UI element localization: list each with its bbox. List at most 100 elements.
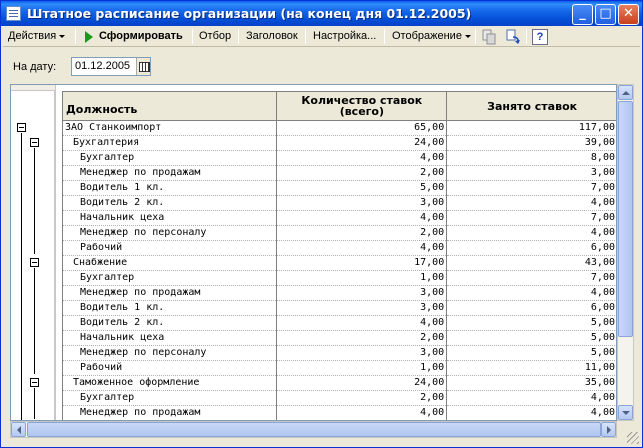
cell-total: 1,00 [276,360,448,376]
table-row[interactable]: Водитель 1 кл. 5,00 7,00 [61,180,616,196]
table-row[interactable]: Менеджер по персоналу 2,00 4,00 [61,225,616,241]
cell-occupied: 35,00 [446,375,616,391]
table-row[interactable]: Начальник цеха 2,00 5,00 [61,330,616,346]
actions-menu[interactable]: Действия [5,28,68,45]
collapse-icon[interactable] [30,258,39,267]
collapse-icon[interactable] [17,123,26,132]
resize-grip-icon[interactable] [627,432,639,444]
refresh-icon[interactable] [505,29,521,45]
cell-total: 65,00 [276,120,448,136]
window-title: Штатное расписание организации (на конец… [27,6,472,21]
cell-total: 4,00 [276,315,448,331]
calendar-icon[interactable] [136,58,150,75]
table-row[interactable]: Менеджер по продажам 4,00 4,00 [61,405,616,420]
cell-occupied: 5,00 [446,315,616,331]
cell-occupied: 39,00 [446,135,616,151]
table-row[interactable]: Менеджер по персоналу 3,00 5,00 [61,345,616,361]
cell-occupied: 6,00 [446,300,616,316]
table-row[interactable]: Менеджер по продажам 3,00 4,00 [61,285,616,301]
date-label: На дату: [13,61,57,73]
toolbar-divider [75,29,76,44]
toolbar-divider [526,29,527,44]
cell-position: Таможенное оформление [61,375,278,391]
grouping-gutter [11,85,55,420]
cell-occupied: 4,00 [446,225,616,241]
cell-total: 3,00 [276,300,448,316]
table-row[interactable]: Рабочий 4,00 6,00 [61,240,616,256]
toolbar: Действия Сформировать Отбор Заголовок На… [3,26,640,47]
chevron-down-icon [464,34,471,38]
column-header-total[interactable]: Количество ставок (всего) [276,91,448,121]
cell-position: Бухгалтер [61,390,278,406]
generate-button[interactable]: Сформировать [96,28,186,45]
vertical-scrollbar[interactable] [617,84,634,421]
table-row[interactable]: Бухгалтер 1,00 7,00 [61,270,616,286]
tree-guide-line [34,388,35,419]
table-row[interactable]: Менеджер по продажам 2,00 3,00 [61,165,616,181]
cell-total: 4,00 [276,405,448,420]
cell-total: 3,00 [276,195,448,211]
report-grid[interactable]: Должность Количество ставок (всего) Заня… [10,84,617,421]
collapse-icon[interactable] [30,138,39,147]
table-row[interactable]: ЗАО Станкоимпорт 65,00 117,00 [61,120,616,136]
cell-total: 4,00 [276,150,448,166]
horizontal-scrollbar[interactable] [10,421,617,438]
cell-occupied: 3,00 [446,165,616,181]
toolbar-divider [305,29,306,44]
header-button[interactable]: Заголовок [243,28,301,45]
table-row[interactable]: Бухгалтер 2,00 4,00 [61,390,616,406]
cell-total: 5,00 [276,180,448,196]
cell-total: 3,00 [276,345,448,361]
cell-position: Менеджер по продажам [61,405,278,420]
table-row[interactable]: Снабжение 17,00 43,00 [61,255,616,271]
cell-occupied: 7,00 [446,210,616,226]
cell-position: Бухгалтерия [61,135,278,151]
maximize-button[interactable]: □ [595,4,616,25]
vertical-scroll-thumb[interactable] [618,101,633,337]
table-row[interactable]: Водитель 1 кл. 3,00 6,00 [61,300,616,316]
filter-button[interactable]: Отбор [196,28,234,45]
settings-button[interactable]: Настройка... [310,28,379,45]
scroll-down-icon[interactable] [618,405,633,420]
cell-occupied: 8,00 [446,150,616,166]
cell-position: Менеджер по продажам [61,165,278,181]
report-window: Штатное расписание организации (на конец… [0,0,643,448]
cell-position: Менеджер по продажам [61,285,278,301]
display-menu[interactable]: Отображение [389,28,474,45]
cell-position: Начальник цеха [61,210,278,226]
cell-position: Бухгалтер [61,270,278,286]
cell-occupied: 5,00 [446,330,616,346]
tree-guide-line [34,268,35,374]
collapse-icon[interactable] [30,378,39,387]
column-header-occupied[interactable]: Занято ставок [446,91,616,121]
cell-position: Рабочий [61,240,278,256]
table-row[interactable]: Начальник цеха 4,00 7,00 [61,210,616,226]
table-row[interactable]: Рабочий 1,00 11,00 [61,360,616,376]
cell-total: 1,00 [276,270,448,286]
title-bar[interactable]: Штатное расписание организации (на конец… [1,1,642,26]
copy-icon[interactable] [481,29,497,45]
column-header-position[interactable]: Должность [61,91,278,121]
minimize-button[interactable]: _ [572,4,593,25]
table-row[interactable]: Бухгалтер 4,00 8,00 [61,150,616,166]
scroll-up-icon[interactable] [618,85,633,100]
table-row[interactable]: Таможенное оформление 24,00 35,00 [61,375,616,391]
table-row[interactable]: Бухгалтерия 24,00 39,00 [61,135,616,151]
cell-position: Рабочий [61,360,278,376]
help-icon[interactable]: ? [532,29,548,45]
scroll-right-icon[interactable] [601,422,616,437]
cell-position: Снабжение [61,255,278,271]
cell-total: 2,00 [276,225,448,241]
cell-position: Водитель 2 кл. [61,195,278,211]
table-row[interactable]: Водитель 2 кл. 3,00 4,00 [61,195,616,211]
actions-label: Действия [8,30,57,42]
table-row[interactable]: Водитель 2 кл. 4,00 5,00 [61,315,616,331]
close-button[interactable]: ✕ [618,4,639,25]
cell-occupied: 7,00 [446,270,616,286]
toolbar-divider [192,29,193,44]
scroll-left-icon[interactable] [11,422,26,437]
cell-position: Бухгалтер [61,150,278,166]
document-icon [6,6,21,21]
tree-guide-line [34,148,35,254]
horizontal-scroll-thumb[interactable] [27,422,601,437]
